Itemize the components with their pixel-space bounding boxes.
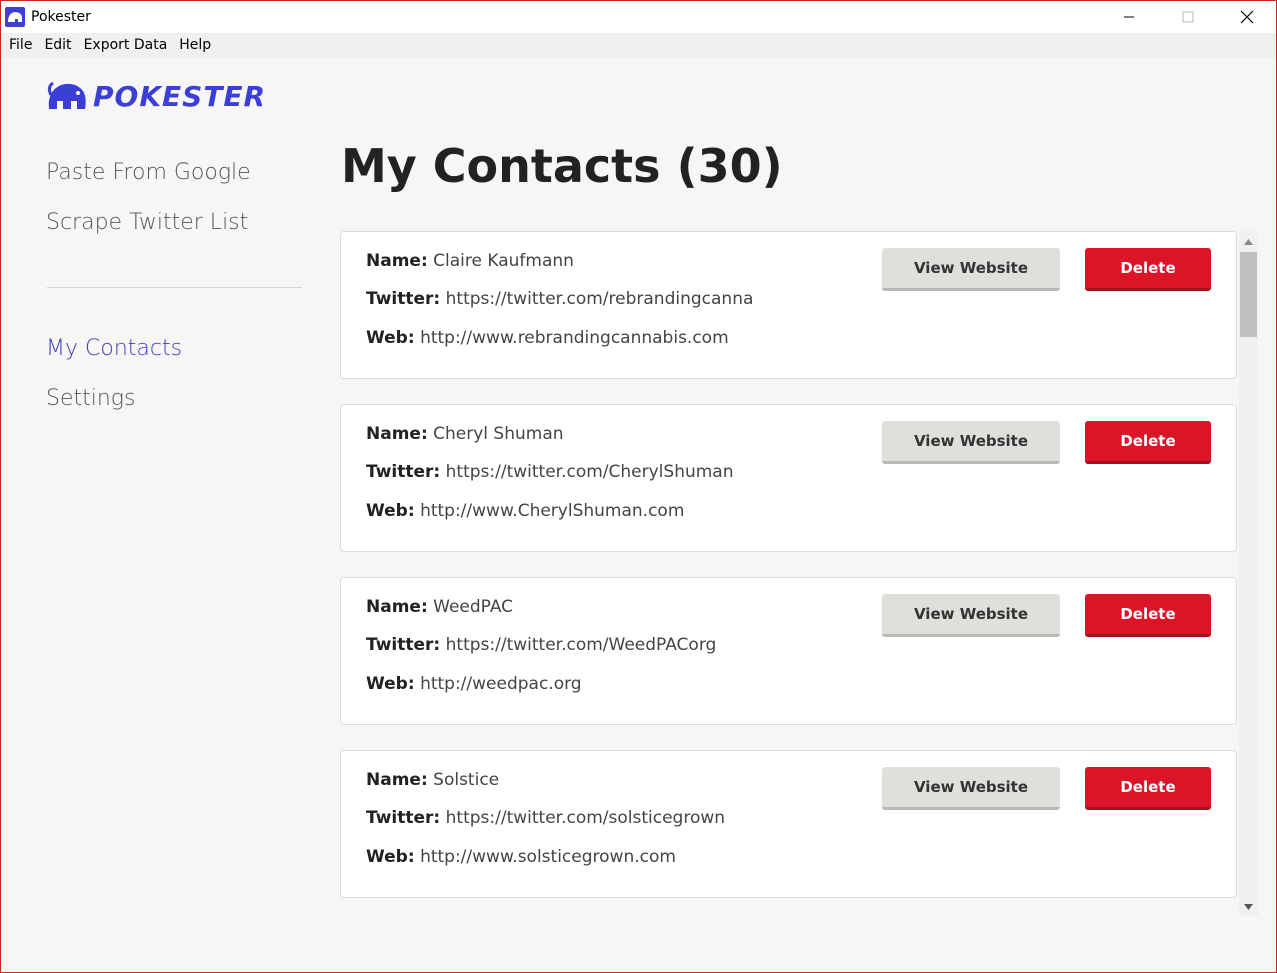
- contact-twitter-row: Twitter: https://twitter.com/CherylShuma…: [366, 462, 734, 482]
- contact-web-row: Web: http://www.CherylShuman.com: [366, 501, 684, 521]
- name-label: Name:: [366, 770, 428, 790]
- menu-file[interactable]: File: [3, 33, 38, 58]
- menu-bar: File Edit Export Data Help: [1, 33, 1276, 58]
- contact-web: http://www.rebrandingcannabis.com: [420, 328, 729, 348]
- contact-twitter-row: Twitter: https://twitter.com/solsticegro…: [366, 808, 725, 828]
- contact-name: Solstice: [433, 770, 500, 790]
- minimize-button[interactable]: [1100, 1, 1158, 33]
- contacts-list: Name: Claire Kaufmann Twitter: https://t…: [340, 231, 1238, 914]
- scroll-down-arrow-icon: [1244, 904, 1253, 910]
- contact-web: http://weedpac.org: [420, 674, 582, 694]
- page-title: My Contacts (30): [341, 139, 783, 193]
- web-label: Web:: [366, 328, 415, 348]
- tapir-logo-icon: [47, 81, 86, 109]
- delete-button[interactable]: Delete: [1085, 767, 1211, 810]
- contact-name: Claire Kaufmann: [433, 251, 574, 271]
- web-label: Web:: [366, 847, 415, 867]
- name-label: Name:: [366, 251, 428, 271]
- contact-name: WeedPAC: [433, 597, 514, 617]
- menu-help[interactable]: Help: [173, 33, 217, 58]
- contact-card: Name: Solstice Twitter: https://twitter.…: [340, 750, 1237, 898]
- contact-web-row: Web: http://weedpac.org: [366, 674, 582, 694]
- name-label: Name:: [366, 424, 428, 444]
- contact-web: http://www.CherylShuman.com: [420, 501, 685, 521]
- delete-button[interactable]: Delete: [1085, 594, 1211, 637]
- nav-my-contacts[interactable]: My Contacts: [46, 336, 182, 361]
- minimize-icon: [1124, 16, 1134, 18]
- scroll-up-button[interactable]: [1239, 235, 1258, 249]
- twitter-label: Twitter:: [366, 635, 441, 655]
- menu-export-data[interactable]: Export Data: [78, 33, 174, 58]
- web-label: Web:: [366, 501, 415, 521]
- view-website-button[interactable]: View Website: [882, 248, 1060, 291]
- delete-button[interactable]: Delete: [1085, 248, 1211, 291]
- contact-twitter: https://twitter.com/solsticegrown: [445, 808, 726, 828]
- twitter-label: Twitter:: [366, 808, 441, 828]
- twitter-label: Twitter:: [366, 289, 441, 309]
- close-button[interactable]: [1218, 1, 1276, 33]
- contact-name-row: Name: WeedPAC: [366, 597, 513, 617]
- scroll-down-button[interactable]: [1239, 900, 1258, 914]
- maximize-button[interactable]: [1159, 1, 1217, 33]
- view-website-button[interactable]: View Website: [882, 767, 1060, 810]
- contact-web-row: Web: http://www.rebrandingcannabis.com: [366, 328, 729, 348]
- brand-logo: POKESTER: [47, 79, 266, 113]
- brand-name: POKESTER: [93, 79, 267, 113]
- app-window: Pokester File Edit Export Data Help POKE…: [0, 0, 1277, 973]
- maximize-icon: [1182, 11, 1194, 23]
- view-website-button[interactable]: View Website: [882, 421, 1060, 464]
- nav-divider: [47, 287, 302, 288]
- contact-card: Name: WeedPAC Twitter: https://twitter.c…: [340, 577, 1237, 725]
- menu-edit[interactable]: Edit: [38, 33, 77, 58]
- close-icon: [1240, 10, 1254, 24]
- delete-button[interactable]: Delete: [1085, 421, 1211, 464]
- contact-card: Name: Claire Kaufmann Twitter: https://t…: [340, 231, 1237, 379]
- view-website-button[interactable]: View Website: [882, 594, 1060, 637]
- contact-twitter: https://twitter.com/CherylShuman: [445, 462, 734, 482]
- contact-card: Name: Cheryl Shuman Twitter: https://twi…: [340, 404, 1237, 552]
- contact-web: http://www.solsticegrown.com: [420, 847, 676, 867]
- contact-name-row: Name: Claire Kaufmann: [366, 251, 574, 271]
- app-logo-icon: [5, 7, 25, 27]
- scroll-thumb[interactable]: [1240, 252, 1257, 337]
- twitter-label: Twitter:: [366, 462, 441, 482]
- name-label: Name:: [366, 597, 428, 617]
- contact-twitter-row: Twitter: https://twitter.com/rebrandingc…: [366, 289, 753, 309]
- web-label: Web:: [366, 674, 415, 694]
- contact-twitter-row: Twitter: https://twitter.com/WeedPACorg: [366, 635, 716, 655]
- title-bar: Pokester: [1, 1, 1276, 33]
- window-title: Pokester: [31, 9, 91, 25]
- vertical-scrollbar[interactable]: [1239, 231, 1258, 916]
- scroll-up-arrow-icon: [1244, 239, 1253, 245]
- nav-paste-from-google[interactable]: Paste From Google: [46, 160, 251, 185]
- contact-name-row: Name: Cheryl Shuman: [366, 424, 564, 444]
- contact-name-row: Name: Solstice: [366, 770, 499, 790]
- nav-settings[interactable]: Settings: [46, 386, 135, 411]
- contact-name: Cheryl Shuman: [433, 424, 564, 444]
- contact-twitter: https://twitter.com/rebrandingcanna: [445, 289, 754, 309]
- contact-web-row: Web: http://www.solsticegrown.com: [366, 847, 676, 867]
- contact-twitter: https://twitter.com/WeedPACorg: [445, 635, 717, 655]
- nav-scrape-twitter-list[interactable]: Scrape Twitter List: [46, 210, 248, 235]
